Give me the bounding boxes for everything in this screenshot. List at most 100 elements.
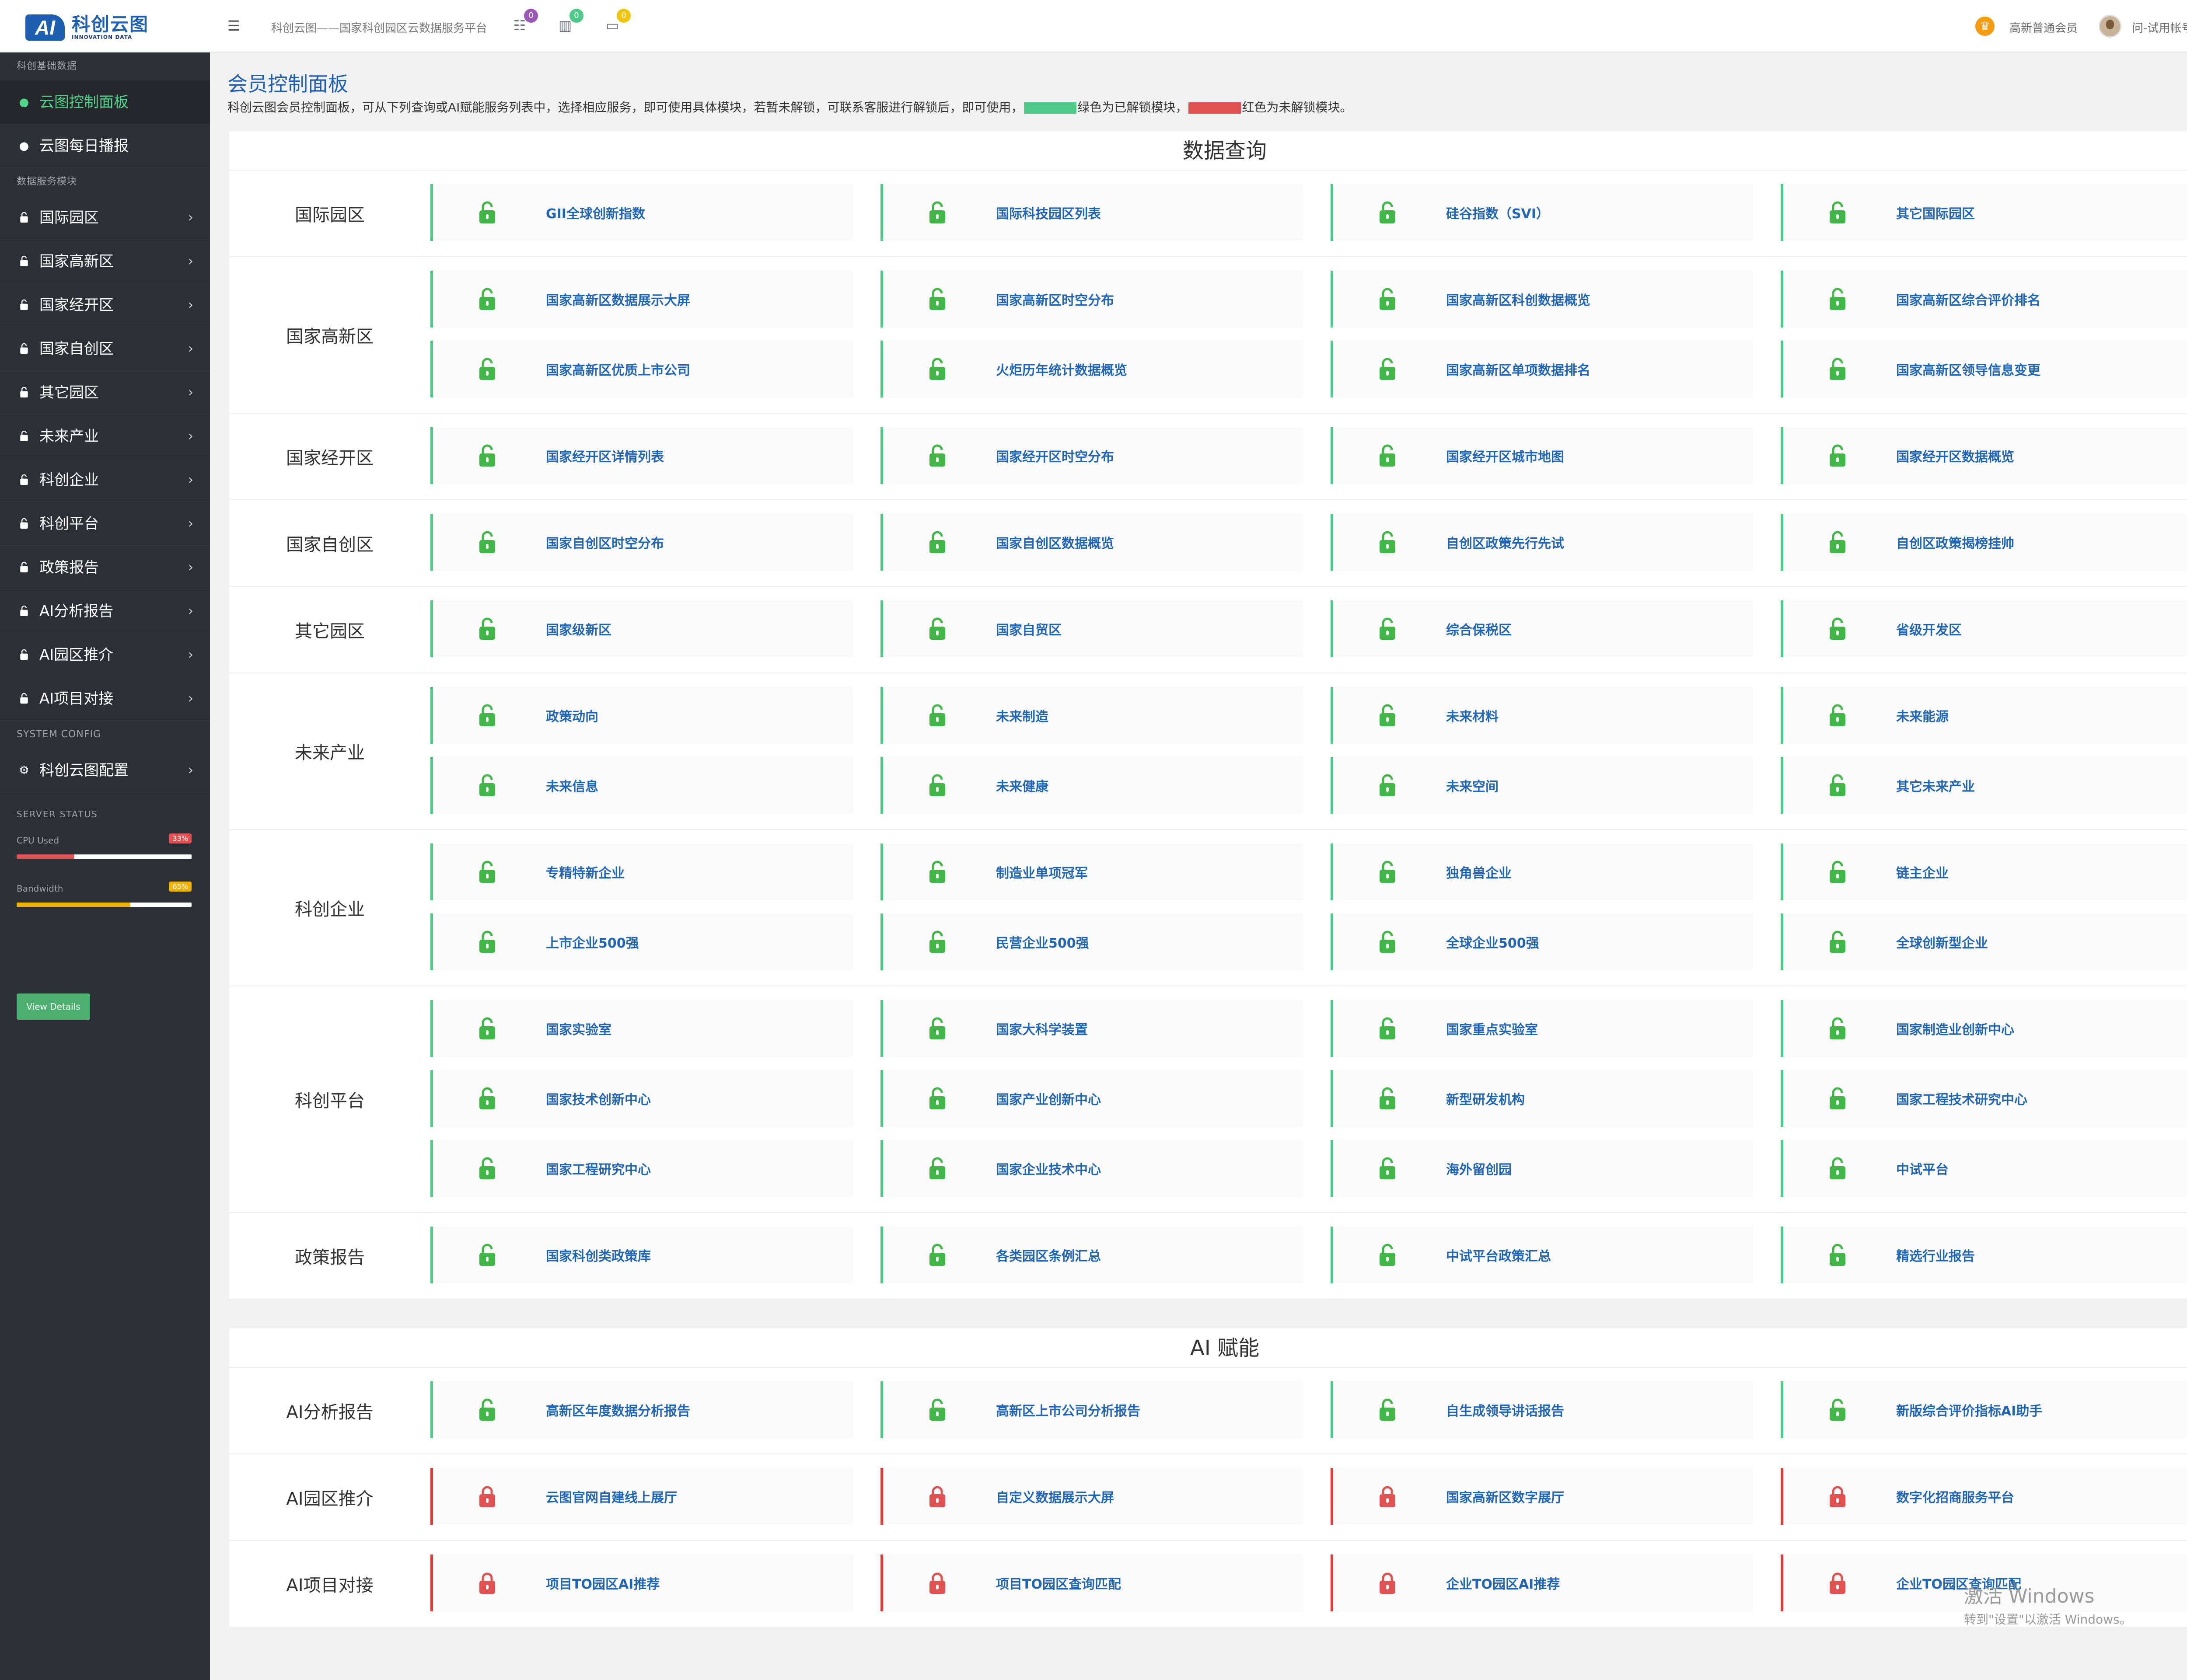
sidebar-item-dashboard-0[interactable]: ● 云图控制面板 [0,80,210,124]
unlocked-service-card[interactable]: 国家科创类政策库 [430,1227,853,1283]
unlocked-service-card[interactable]: 国家自创区数据概览 [880,514,1303,571]
unlocked-service-card[interactable]: 链主企业 [1781,843,2187,900]
unlocked-service-card[interactable]: 省级开发区 [1781,600,2187,657]
locked-service-card[interactable]: 云图官网自建线上展厅 [430,1468,853,1525]
unlocked-service-card[interactable]: 未来能源 [1781,687,2187,744]
unlocked-service-card[interactable]: 国家经开区数据概览 [1781,427,2187,484]
service-link[interactable]: 国家企业技术中心 [996,1159,1101,1178]
unlocked-service-card[interactable]: 专精特新企业 [430,843,853,900]
service-link[interactable]: 海外留创园 [1446,1159,1512,1178]
service-link[interactable]: 新版综合评价指标AI助手 [1896,1400,2042,1419]
unlocked-service-card[interactable]: 国家经开区详情列表 [430,427,853,484]
service-link[interactable]: 国家高新区科创数据概览 [1446,289,1590,309]
unlocked-service-card[interactable]: 火炬历年统计数据概览 [880,341,1303,397]
unlocked-service-card[interactable]: 中试平台 [1781,1140,2187,1197]
unlocked-service-card[interactable]: 国家经开区时空分布 [880,427,1303,484]
service-link[interactable]: 独角兽企业 [1446,862,1512,882]
service-link[interactable]: 未来材料 [1446,706,1499,725]
unlocked-service-card[interactable]: 制造业单项冠军 [880,843,1303,900]
locked-service-card[interactable]: 国家高新区数字展厅 [1331,1468,1753,1525]
service-link[interactable]: 国家工程技术研究中心 [1896,1089,2027,1108]
sidebar-item-module[interactable]: 政策报告 › [0,546,210,589]
unlocked-service-card[interactable]: GII全球创新指数 [430,184,853,241]
unlocked-service-card[interactable]: 未来信息 [430,757,853,814]
service-link[interactable]: 自创区政策揭榜挂帅 [1896,533,2014,552]
service-link[interactable]: 自定义数据展示大屏 [996,1487,1114,1506]
service-link[interactable]: 国家经开区数据概览 [1896,446,2014,465]
user-account[interactable]: 问-试用帐号 [2132,19,2187,35]
unlocked-service-card[interactable]: 国家高新区优质上市公司 [430,341,853,397]
unlocked-service-card[interactable]: 国家自贸区 [880,600,1303,657]
unlocked-service-card[interactable]: 未来空间 [1331,757,1753,814]
service-link[interactable]: 民营企业500强 [996,932,1089,952]
unlocked-service-card[interactable]: 国家高新区领导信息变更 [1781,341,2187,397]
unlocked-service-card[interactable]: 国家实验室 [430,1000,853,1057]
unlocked-service-card[interactable]: 国家大科学装置 [880,1000,1303,1057]
sidebar-item-module[interactable]: 国家高新区 › [0,240,210,283]
unlocked-service-card[interactable]: 高新区年度数据分析报告 [430,1381,853,1438]
service-link[interactable]: 数字化招商服务平台 [1896,1487,2014,1506]
unlocked-service-card[interactable]: 国家高新区科创数据概览 [1331,271,1753,328]
service-link[interactable]: 国家自创区时空分布 [546,533,664,552]
unlocked-service-card[interactable]: 上市企业500强 [430,913,853,970]
service-link[interactable]: 国家重点实验室 [1446,1019,1538,1038]
service-link[interactable]: 企业TO园区AI推荐 [1446,1573,1560,1593]
locked-service-card[interactable]: 项目TO园区AI推荐 [430,1555,853,1611]
service-link[interactable]: 项目TO园区AI推荐 [546,1573,660,1593]
service-link[interactable]: 国家自贸区 [996,619,1062,638]
locked-service-card[interactable]: 数字化招商服务平台 [1781,1468,2187,1525]
service-link[interactable]: 制造业单项冠军 [996,862,1088,882]
service-link[interactable]: 国家高新区数据展示大屏 [546,289,690,309]
service-link[interactable]: 上市企业500强 [546,932,639,952]
unlocked-service-card[interactable]: 国家产业创新中心 [880,1070,1303,1127]
service-link[interactable]: 国家实验室 [546,1019,611,1038]
sidebar-item-module[interactable]: AI分析报告 › [0,589,210,633]
locked-service-card[interactable]: 自定义数据展示大屏 [880,1468,1303,1525]
service-link[interactable]: 国家产业创新中心 [996,1089,1101,1108]
unlocked-service-card[interactable]: 全球创新型企业 [1781,913,2187,970]
unlocked-service-card[interactable]: 国家企业技术中心 [880,1140,1303,1197]
unlocked-service-card[interactable]: 国家重点实验室 [1331,1000,1753,1057]
locked-service-card[interactable]: 企业TO园区AI推荐 [1331,1555,1753,1611]
unlocked-service-card[interactable]: 其它未来产业 [1781,757,2187,814]
service-link[interactable]: 云图官网自建线上展厅 [546,1487,677,1506]
service-link[interactable]: 精选行业报告 [1896,1245,1975,1265]
service-link[interactable]: 国家经开区详情列表 [546,446,664,465]
unlocked-service-card[interactable]: 未来健康 [880,757,1303,814]
service-link[interactable]: 国家大科学装置 [996,1019,1088,1038]
unlocked-service-card[interactable]: 各类园区条例汇总 [880,1227,1303,1283]
service-link[interactable]: 火炬历年统计数据概览 [996,359,1127,379]
unlocked-service-card[interactable]: 未来材料 [1331,687,1753,744]
unlocked-service-card[interactable]: 中试平台政策汇总 [1331,1227,1753,1283]
service-link[interactable]: 项目TO园区查询匹配 [996,1573,1121,1593]
unlocked-service-card[interactable]: 国家制造业创新中心 [1781,1000,2187,1057]
service-link[interactable]: 各类园区条例汇总 [996,1245,1101,1265]
unlocked-service-card[interactable]: 国家工程研究中心 [430,1140,853,1197]
view-details-button[interactable]: View Details [17,993,90,1020]
service-link[interactable]: 省级开发区 [1896,619,1962,638]
service-link[interactable]: 自创区政策先行先试 [1446,533,1564,552]
service-link[interactable]: 链主企业 [1896,862,1949,882]
avatar[interactable] [2099,15,2121,38]
service-link[interactable]: 国家科创类政策库 [546,1245,651,1265]
unlocked-service-card[interactable]: 自创区政策揭榜挂帅 [1781,514,2187,571]
service-link[interactable]: 高新区上市公司分析报告 [996,1400,1140,1419]
unlocked-service-card[interactable]: 未来制造 [880,687,1303,744]
unlocked-service-card[interactable]: 海外留创园 [1331,1140,1753,1197]
sidebar-item-module[interactable]: 国家自创区 › [0,327,210,371]
service-link[interactable]: 硅谷指数（SVI） [1446,203,1549,222]
service-link[interactable]: 国家高新区领导信息变更 [1896,359,2040,379]
service-link[interactable]: 全球创新型企业 [1896,932,1988,952]
locked-service-card[interactable]: 项目TO园区查询匹配 [880,1555,1303,1611]
service-link[interactable]: 国家工程研究中心 [546,1159,651,1178]
unlocked-service-card[interactable]: 国家技术创新中心 [430,1070,853,1127]
sidebar-item-module[interactable]: 国家经开区 › [0,283,210,327]
sidebar-item-module[interactable]: AI园区推介 › [0,633,210,677]
sidebar-item-module[interactable]: AI项目对接 › [0,677,210,721]
unlocked-service-card[interactable]: 综合保税区 [1331,600,1753,657]
service-link[interactable]: GII全球创新指数 [546,203,645,222]
unlocked-service-card[interactable]: 自生成领导讲话报告 [1331,1381,1753,1438]
unlocked-service-card[interactable]: 国家级新区 [430,600,853,657]
service-link[interactable]: 国家经开区时空分布 [996,446,1114,465]
service-link[interactable]: 未来能源 [1896,706,1949,725]
